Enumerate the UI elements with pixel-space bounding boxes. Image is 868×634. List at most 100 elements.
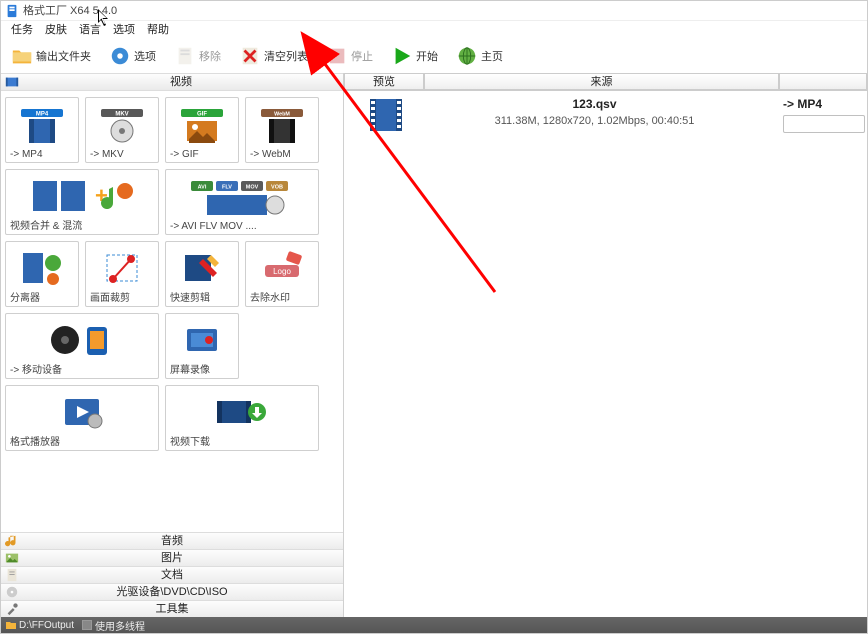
column-headers: 预览 来源 — [344, 73, 867, 91]
video-icon — [5, 75, 19, 89]
clear-icon — [239, 45, 261, 67]
stop-button[interactable]: 停止 — [320, 43, 379, 69]
svg-text:WebM: WebM — [274, 111, 290, 117]
svg-text:FLV: FLV — [222, 184, 232, 190]
clear-list-button[interactable]: 清空列表 — [233, 43, 314, 69]
tile-crop[interactable]: 画面裁剪 — [85, 241, 159, 307]
tile-webm[interactable]: WebM -> WebM — [245, 97, 319, 163]
file-name: 123.qsv — [410, 97, 779, 111]
nowm-icon: Logo — [259, 242, 305, 289]
stop-icon — [326, 45, 348, 67]
crop-icon — [99, 242, 145, 289]
tile-label: -> GIF — [166, 149, 238, 160]
tile-cut[interactable]: 快速剪辑 — [165, 241, 239, 307]
svg-text:MKV: MKV — [115, 111, 128, 117]
multi-icon: AVI FLV MOV VOB — [187, 170, 297, 221]
file-output-field[interactable] — [783, 115, 865, 133]
menu-help[interactable]: 帮助 — [141, 21, 175, 39]
svg-text:MOV: MOV — [246, 184, 259, 190]
tile-label: 画面裁剪 — [86, 289, 158, 304]
title-bar: 格式工厂 X64 5.4.0 — [1, 1, 867, 21]
rec-icon — [179, 314, 225, 361]
start-button[interactable]: 开始 — [385, 43, 444, 69]
tile-gif[interactable]: GIF -> GIF — [165, 97, 239, 163]
category-list: 音频 图片 文档 光驱设备\DVD\CD\ISO 工具集 — [1, 532, 343, 617]
folder-small-icon — [5, 619, 17, 631]
svg-text:AVI: AVI — [198, 184, 207, 190]
gif-icon: GIF — [179, 98, 225, 149]
tile-split[interactable]: 分离器 — [5, 241, 79, 307]
svg-text:GIF: GIF — [197, 111, 207, 117]
menu-bar: 任务 皮肤 语言 选项 帮助 — [1, 21, 867, 39]
tile-mkv[interactable]: MKV -> MKV — [85, 97, 159, 163]
col-output[interactable] — [779, 73, 867, 90]
file-thumbnail-icon — [368, 97, 404, 133]
tile-rec[interactable]: 屏幕录像 — [165, 313, 239, 379]
app-icon — [5, 4, 19, 18]
merge-icon: + — [27, 170, 137, 217]
tile-label: 分离器 — [6, 289, 78, 304]
tile-merge[interactable]: +视频合并 & 混流 — [5, 169, 159, 235]
file-output-format: -> MP4 — [783, 97, 867, 111]
tile-label: -> MP4 — [6, 149, 78, 160]
tile-nowm[interactable]: Logo 去除水印 — [245, 241, 319, 307]
tile-player[interactable]: 格式播放器 — [5, 385, 159, 451]
menu-skin[interactable]: 皮肤 — [39, 21, 73, 39]
gear-icon — [109, 45, 131, 67]
tile-dl[interactable]: 视频下载 — [165, 385, 319, 451]
split-icon — [19, 242, 65, 289]
cut-icon — [179, 242, 225, 289]
remove-icon — [174, 45, 196, 67]
right-pane: 预览 来源 123.qsv 311.38M, 1280x720, 1.02Mbp… — [344, 73, 867, 617]
tile-label: -> 移动设备 — [6, 361, 158, 376]
category-audio[interactable]: 音频 — [1, 532, 343, 549]
toolbar: 输出文件夹 选项 移除 清空列表 停止 开始 主页 — [1, 39, 867, 73]
left-pane: 视频 MP4 -> MP4 MKV -> MKV GIF -> GIF WebM -> Web… — [1, 73, 344, 617]
options-button[interactable]: 选项 — [103, 43, 162, 69]
tile-label: 去除水印 — [246, 289, 318, 304]
col-preview[interactable]: 预览 — [344, 73, 424, 90]
dl-icon — [187, 386, 297, 433]
mp4-icon: MP4 — [19, 98, 65, 149]
tile-label: -> WebM — [246, 149, 318, 160]
mkv-icon: MKV — [99, 98, 145, 149]
output-folder-button[interactable]: 输出文件夹 — [5, 43, 97, 69]
tile-label: 格式播放器 — [6, 433, 158, 448]
folder-icon — [11, 45, 33, 67]
window-title: 格式工厂 X64 5.4.0 — [23, 1, 117, 21]
category-active[interactable]: 视频 — [1, 73, 343, 91]
home-button[interactable]: 主页 — [450, 43, 509, 69]
svg-text:MP4: MP4 — [36, 111, 49, 117]
col-source[interactable]: 来源 — [424, 73, 779, 90]
webm-icon: WebM — [259, 98, 305, 149]
menu-lang[interactable]: 语言 — [73, 21, 107, 39]
remove-button[interactable]: 移除 — [168, 43, 227, 69]
file-meta: 311.38M, 1280x720, 1.02Mbps, 00:40:51 — [410, 115, 779, 127]
tile-mobile[interactable]: -> 移动设备 — [5, 313, 159, 379]
svg-text:Logo: Logo — [273, 267, 291, 276]
tile-mp4[interactable]: MP4 -> MP4 — [5, 97, 79, 163]
tile-label: 视频下载 — [166, 433, 318, 448]
svg-text:VOB: VOB — [271, 184, 283, 190]
globe-icon — [456, 45, 478, 67]
menu-task[interactable]: 任务 — [5, 21, 39, 39]
tile-label: 屏幕录像 — [166, 361, 238, 376]
status-checkbox-label: 使用多线程 — [95, 618, 145, 633]
tile-grid: MP4-> MP4MKV-> MKVGIF-> GIFWebM-> WebM+视… — [1, 91, 343, 457]
category-document[interactable]: 文档 — [1, 566, 343, 583]
tile-multi[interactable]: AVI FLV MOV VOB -> AVI FLV MOV .... — [165, 169, 319, 235]
category-image[interactable]: 图片 — [1, 549, 343, 566]
status-checkbox[interactable] — [82, 620, 92, 630]
file-row[interactable]: 123.qsv 311.38M, 1280x720, 1.02Mbps, 00:… — [344, 91, 867, 133]
category-active-label: 视频 — [19, 73, 343, 91]
tile-label: -> MKV — [86, 149, 158, 160]
category-disc[interactable]: 光驱设备\DVD\CD\ISO — [1, 583, 343, 600]
menu-options[interactable]: 选项 — [107, 21, 141, 39]
status-bar: D:\FFOutput 使用多线程 — [1, 617, 867, 633]
category-tools[interactable]: 工具集 — [1, 600, 343, 617]
tile-label: -> AVI FLV MOV .... — [166, 221, 318, 232]
mobile-icon — [27, 314, 137, 361]
tile-label: 视频合并 & 混流 — [6, 217, 158, 232]
play-icon — [391, 45, 413, 67]
status-output-path[interactable]: D:\FFOutput — [19, 620, 74, 631]
